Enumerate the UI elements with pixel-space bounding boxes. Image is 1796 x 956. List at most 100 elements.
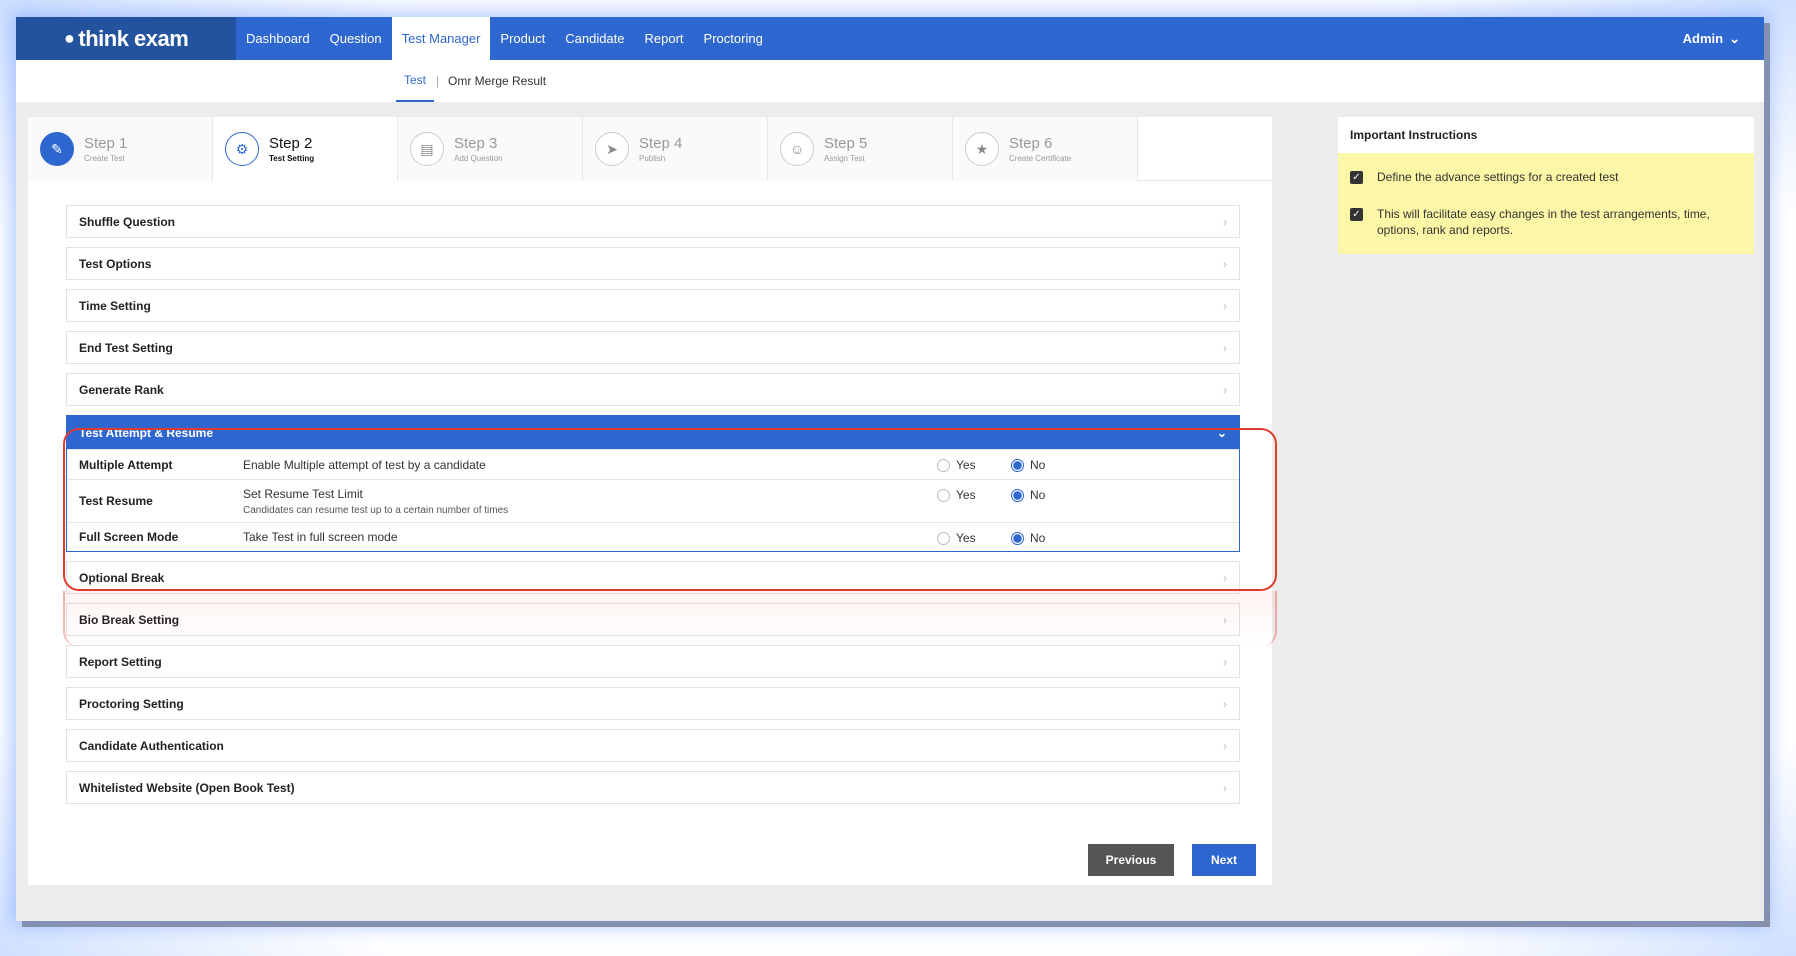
step-subtitle: Test Setting — [269, 154, 315, 163]
wizard-steps: ✎ Step 1 Create Test ⚙ Step 2 Test Setti… — [28, 117, 1272, 181]
section-title: Time Setting — [79, 298, 151, 313]
section-whitelisted-website[interactable]: Whitelisted Website (Open Book Test) › — [66, 771, 1240, 804]
step-title: Step 3 — [454, 135, 498, 152]
top-navbar: ● think exam Dashboard Question Test Man… — [16, 17, 1764, 60]
chevron-right-icon: › — [1223, 738, 1227, 753]
section-header[interactable]: Test Attempt & Resume ⌄ — [67, 416, 1239, 449]
instruction-item: ✓ Define the advance settings for a crea… — [1350, 169, 1742, 185]
section-title: Test Options — [79, 256, 152, 271]
radio-yes[interactable]: Yes — [937, 458, 976, 472]
radio-yes[interactable]: Yes — [937, 488, 976, 502]
chevron-right-icon: › — [1223, 780, 1227, 795]
gear-icon: ⚙ — [225, 132, 259, 166]
section-optional-break[interactable]: Optional Break › — [66, 561, 1240, 594]
section-title: End Test Setting — [79, 340, 173, 355]
step-6[interactable]: ★ Step 6 Create Certificate — [953, 117, 1138, 181]
option-full-screen-mode: Full Screen Mode Take Test in full scree… — [67, 522, 1239, 551]
section-report-setting[interactable]: Report Setting › — [66, 645, 1240, 678]
section-time-setting[interactable]: Time Setting › — [66, 289, 1240, 322]
document-icon: ▤ — [410, 132, 444, 166]
step-subtitle: Add Question — [454, 154, 503, 163]
app-window: ● think exam Dashboard Question Test Man… — [16, 17, 1764, 921]
radio-button[interactable] — [937, 531, 950, 545]
step-title: Step 4 — [639, 135, 683, 152]
subnav-tab-omr-merge-result[interactable]: Omr Merge Result — [448, 60, 546, 102]
radio-button[interactable] — [1011, 488, 1024, 502]
instruction-item: ✓ This will facilitate easy changes in t… — [1350, 206, 1742, 238]
section-test-options[interactable]: Test Options › — [66, 247, 1240, 280]
step-5[interactable]: ☺ Step 5 Assign Test — [768, 117, 953, 181]
radio-no[interactable]: No — [1011, 458, 1045, 472]
chevron-right-icon: › — [1223, 298, 1227, 313]
step-subtitle: Create Test — [84, 154, 125, 163]
nav-item-proctoring[interactable]: Proctoring — [694, 17, 773, 60]
chevron-right-icon: › — [1223, 654, 1227, 669]
chevron-right-icon: › — [1223, 570, 1227, 585]
section-test-attempt-resume: Test Attempt & Resume ⌄ Multiple Attempt… — [66, 415, 1240, 552]
step-title: Step 1 — [84, 135, 128, 152]
next-button[interactable]: Next — [1192, 844, 1256, 876]
option-label: Full Screen Mode — [79, 530, 179, 544]
section-title: Report Setting — [79, 654, 162, 669]
user-menu[interactable]: Admin ⌄ — [1683, 17, 1740, 60]
section-title: Whitelisted Website (Open Book Test) — [79, 780, 295, 795]
section-shuffle-question[interactable]: Shuffle Question › — [66, 205, 1240, 238]
section-title: Optional Break — [79, 570, 165, 585]
nav-item-test-manager[interactable]: Test Manager — [391, 17, 491, 60]
instruction-text: Define the advance settings for a create… — [1377, 170, 1619, 184]
previous-button[interactable]: Previous — [1088, 844, 1174, 876]
step-2[interactable]: ⚙ Step 2 Test Setting — [213, 117, 398, 181]
radio-no[interactable]: No — [1011, 531, 1045, 545]
user-name: Admin — [1682, 31, 1724, 46]
subnav-tab-test[interactable]: Test — [396, 60, 435, 102]
option-note: Candidates can resume test up to a certa… — [243, 504, 509, 516]
radio-yes[interactable]: Yes — [937, 531, 976, 545]
section-proctoring-setting[interactable]: Proctoring Setting › — [66, 687, 1240, 720]
settings-accordion: Shuffle Question › Test Options › Time Set… — [66, 205, 1240, 813]
radio-label: Yes — [956, 531, 976, 545]
instructions-body: ✓ Define the advance settings for a crea… — [1338, 153, 1754, 254]
section-bio-break-setting[interactable]: Bio Break Setting › — [66, 603, 1240, 636]
sub-nav: Test | Omr Merge Result — [16, 60, 1764, 102]
chevron-right-icon: › — [1223, 382, 1227, 397]
main-card: ✎ Step 1 Create Test ⚙ Step 2 Test Setti… — [28, 117, 1272, 885]
section-generate-rank[interactable]: Generate Rank › — [66, 373, 1240, 406]
nav-item-product[interactable]: Product — [490, 17, 555, 60]
rocket-icon: ➤ — [595, 132, 629, 166]
step-title: Step 6 — [1009, 135, 1053, 152]
chevron-right-icon: › — [1223, 696, 1227, 711]
subnav-separator: | — [436, 74, 440, 88]
section-candidate-authentication[interactable]: Candidate Authentication › — [66, 729, 1240, 762]
step-subtitle: Publish — [639, 154, 666, 163]
instructions-title: Important Instructions — [1338, 117, 1754, 153]
section-title: Candidate Authentication — [79, 738, 224, 753]
nav-item-dashboard[interactable]: Dashboard — [236, 17, 320, 60]
instruction-text: This will facilitate easy changes in the… — [1377, 207, 1710, 237]
step-4[interactable]: ➤ Step 4 Publish — [583, 117, 768, 181]
step-1[interactable]: ✎ Step 1 Create Test — [28, 117, 213, 181]
radio-button[interactable] — [1011, 531, 1024, 545]
radio-label: Yes — [956, 458, 976, 472]
chevron-down-icon: ⌄ — [1216, 425, 1227, 440]
nav-item-question[interactable]: Question — [320, 17, 392, 60]
section-title: Proctoring Setting — [79, 696, 184, 711]
logo-text: think exam — [78, 25, 189, 51]
section-title: Shuffle Question — [79, 214, 175, 229]
pencil-icon: ✎ — [40, 132, 74, 166]
option-description-text: Set Resume Test Limit — [243, 486, 363, 501]
users-icon: ☺ — [780, 132, 814, 166]
step-subtitle: Assign Test — [824, 154, 865, 163]
radio-button[interactable] — [1011, 458, 1024, 472]
chevron-right-icon: › — [1223, 340, 1227, 355]
option-test-resume: Test Resume Set Resume Test Limit Candid… — [67, 479, 1239, 522]
radio-button[interactable] — [937, 458, 950, 472]
option-label: Multiple Attempt — [79, 457, 173, 472]
logo[interactable]: ● think exam — [16, 17, 236, 60]
step-3[interactable]: ▤ Step 3 Add Question — [398, 117, 583, 181]
section-end-test-setting[interactable]: End Test Setting › — [66, 331, 1240, 364]
chevron-right-icon: › — [1223, 612, 1227, 627]
nav-item-report[interactable]: Report — [635, 17, 694, 60]
radio-no[interactable]: No — [1011, 488, 1045, 502]
radio-button[interactable] — [937, 488, 950, 502]
nav-item-candidate[interactable]: Candidate — [555, 17, 634, 60]
